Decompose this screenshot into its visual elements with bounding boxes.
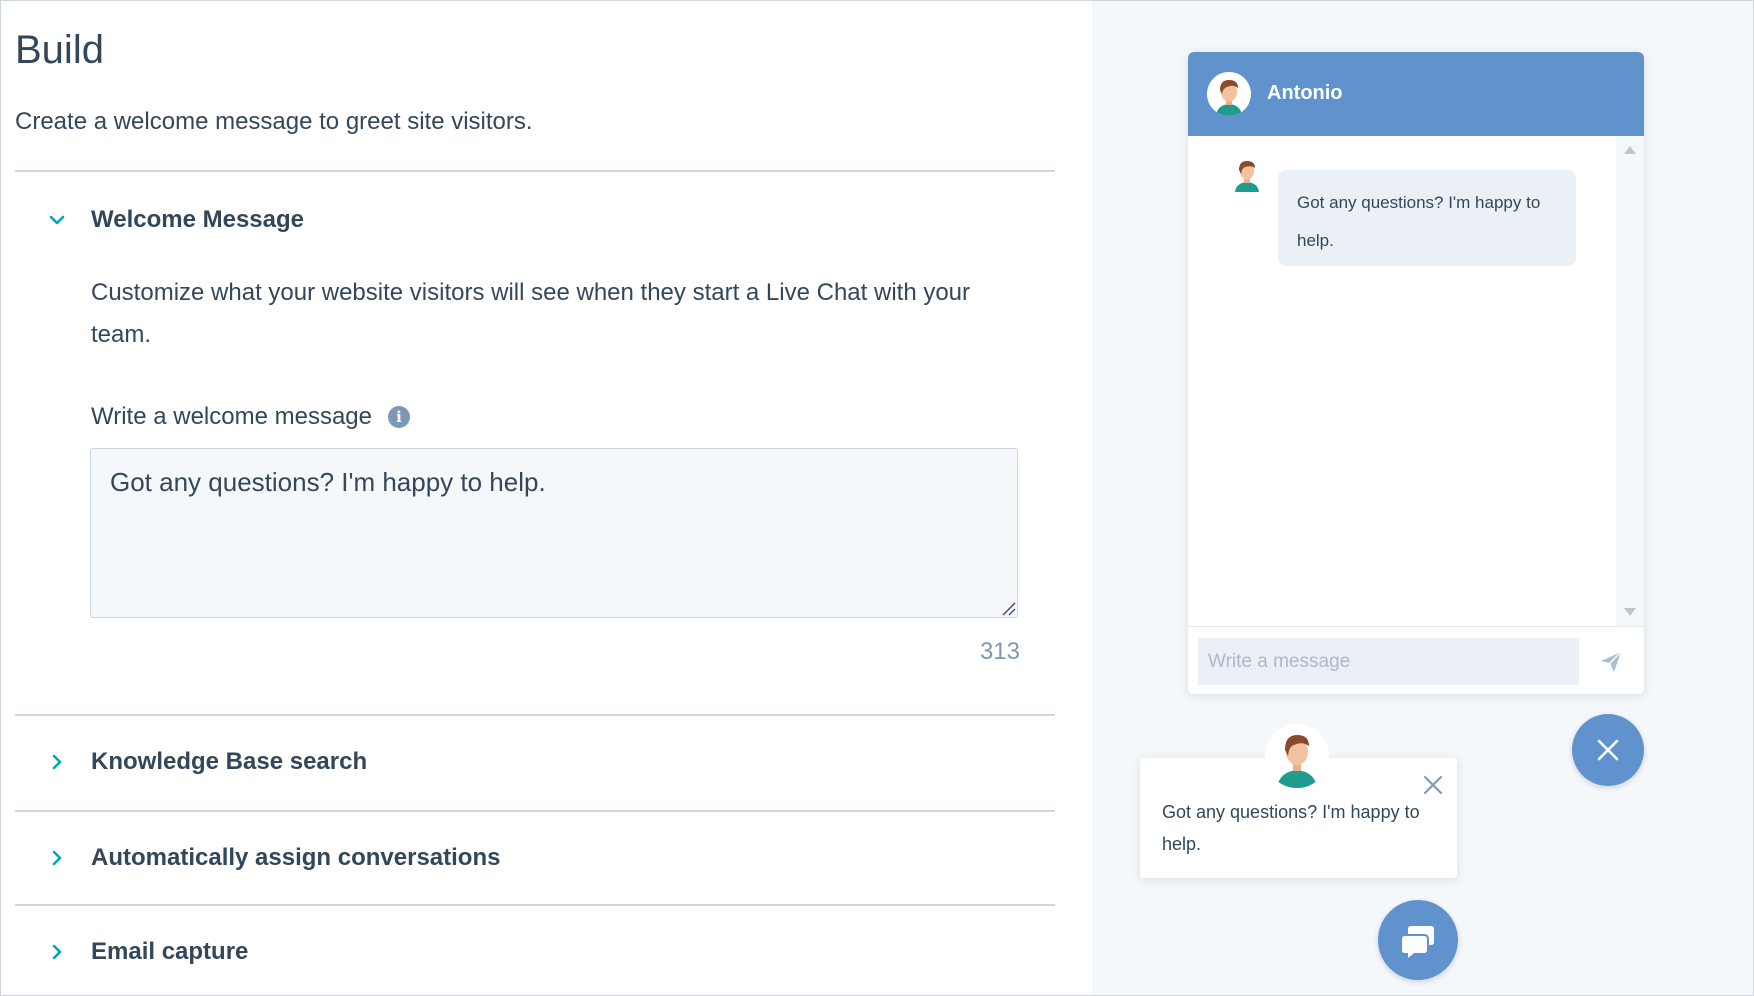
message-area: Got any questions? I'm happy to help.: [1188, 136, 1616, 626]
section-label: Automatically assign conversations: [91, 844, 501, 871]
page-title: Build: [15, 28, 104, 72]
chat-header: Antonio: [1188, 52, 1644, 136]
close-chat-button[interactable]: [1572, 714, 1644, 786]
chat-window: Antonio Got any questions? I'm happy to …: [1188, 52, 1644, 694]
section-label: Welcome Message: [91, 206, 304, 233]
divider: [15, 170, 1055, 172]
section-welcome-message-header[interactable]: Welcome Message: [15, 190, 1055, 250]
chevron-down-icon: [45, 208, 69, 232]
welcome-description: Customize what your website visitors wil…: [91, 279, 971, 348]
agent-avatar-popup: [1265, 724, 1329, 788]
section-email-capture-header[interactable]: Email capture: [15, 922, 1055, 982]
build-panel: Build Create a welcome message to greet …: [0, 0, 1092, 996]
scroll-up-icon[interactable]: [1624, 146, 1636, 154]
welcome-field-label: Write a welcome message i: [91, 403, 410, 431]
chat-message-input[interactable]: [1198, 638, 1579, 685]
close-icon[interactable]: [1422, 774, 1444, 796]
chat-bubble-icon: [1402, 926, 1434, 958]
agent-message-bubble: Got any questions? I'm happy to help.: [1278, 170, 1576, 266]
chat-footer: [1188, 626, 1644, 694]
agent-name: Antonio: [1267, 82, 1343, 104]
section-label: Knowledge Base search: [91, 748, 368, 775]
close-icon: [1597, 739, 1619, 761]
section-label: Email capture: [91, 938, 249, 965]
section-knowledge-base-header[interactable]: Knowledge Base search: [15, 732, 1055, 792]
chat-launcher-button[interactable]: [1378, 900, 1458, 980]
character-count: 313: [979, 638, 1020, 665]
field-label-text: Write a welcome message: [91, 403, 372, 430]
chevron-right-icon: [45, 750, 69, 774]
agent-avatar: [1207, 72, 1251, 116]
scroll-down-icon[interactable]: [1624, 608, 1636, 616]
chat-scrollbar[interactable]: [1616, 136, 1644, 626]
resize-handle-icon[interactable]: [1000, 600, 1016, 616]
agent-avatar-small: [1235, 161, 1259, 192]
section-auto-assign-header[interactable]: Automatically assign conversations: [15, 828, 1055, 888]
info-icon[interactable]: i: [388, 406, 410, 428]
divider: [15, 810, 1055, 812]
send-icon[interactable]: [1594, 645, 1628, 679]
welcome-message-input[interactable]: [90, 448, 1018, 618]
page-subtitle: Create a welcome message to greet site v…: [15, 108, 533, 135]
divider: [15, 714, 1055, 716]
popup-message: Got any questions? I'm happy to help.: [1162, 802, 1420, 854]
chevron-right-icon: [45, 940, 69, 964]
divider: [15, 904, 1055, 906]
chevron-right-icon: [45, 846, 69, 870]
